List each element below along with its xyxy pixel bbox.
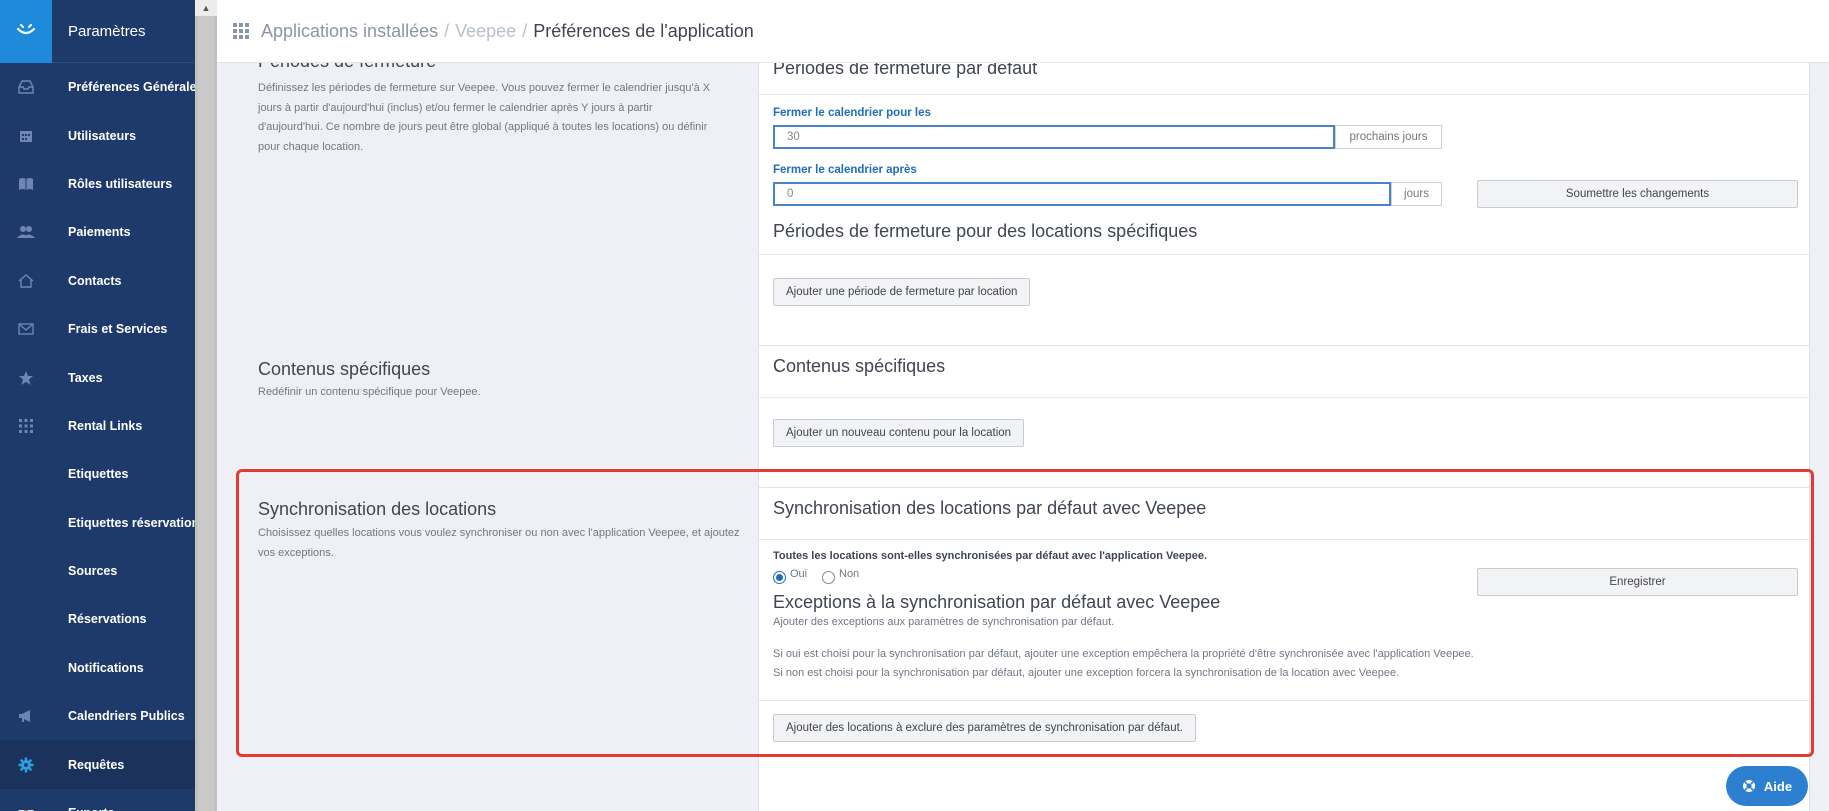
sync-section-title: Synchronisation des locations <box>258 499 497 519</box>
add-closing-period-button[interactable]: Ajouter une période de fermeture par loc… <box>773 278 1031 306</box>
help-button[interactable]: Aide <box>1726 766 1808 806</box>
radio-yes-label[interactable]: Oui <box>790 568 807 580</box>
rail-megaphone[interactable] <box>0 692 52 740</box>
sync-section-description: Choisissez quelles locations vous voulez… <box>258 527 740 559</box>
breadcrumb: Applications installées / Veepee / Préférenc… <box>261 21 754 42</box>
nav-item-users[interactable]: Utilisateurs <box>52 111 195 159</box>
rail-star[interactable] <box>0 353 52 401</box>
nav-item-booking-tags[interactable]: Etiquettes réservation <box>52 499 195 547</box>
sync-exceptions-title: Exceptions à la synchronisation par défa… <box>773 592 1221 612</box>
book-icon <box>19 177 33 190</box>
nav-item-rental-links[interactable]: Rental Links <box>52 402 195 450</box>
top-bar: Applications installées / Veepee / Préférenc… <box>217 0 1829 63</box>
rail-empty-5 <box>0 644 52 692</box>
rail-calendar[interactable] <box>0 111 52 159</box>
sync-note-no: Si non est choisi pour la synchronisatio… <box>773 667 1400 679</box>
inbox-icon <box>18 80 34 94</box>
users-icon <box>17 226 35 239</box>
nav-item-public-calendars[interactable]: Calendriers Publics <box>52 692 195 740</box>
rail-avatar[interactable] <box>0 789 52 811</box>
rail-inbox[interactable] <box>0 63 52 111</box>
calendar-icon <box>20 130 32 142</box>
sync-question: Toutes les locations sont-elles synchron… <box>773 550 1208 562</box>
nav-item-payments[interactable]: Paiements <box>52 208 195 256</box>
nav-item-tags[interactable]: Etiquettes <box>52 450 195 498</box>
specific-content-section-description: Redéfinir un contenu spécifique pour Vee… <box>258 386 481 398</box>
icon-rail <box>0 0 52 811</box>
rail-mail[interactable] <box>0 305 52 353</box>
breadcrumb-separator: / <box>444 20 450 41</box>
sync-panel: Synchronisation des locations par défaut… <box>758 487 1810 811</box>
specific-content-section-title: Contenus spécifiques <box>258 359 431 379</box>
nav-header: Paramètres <box>52 0 195 63</box>
specific-content-panel-title: Contenus spécifiques <box>759 346 1809 398</box>
nav-item-requests[interactable]: Requêtes <box>52 740 195 789</box>
nav-item-taxes[interactable]: Taxes <box>52 353 195 401</box>
rail-empty-3 <box>0 547 52 595</box>
settings-nav: Paramètres Préférences Générales Utilisa… <box>52 0 195 811</box>
close-after-label: Fermer le calendrier après <box>773 164 917 176</box>
divider <box>759 254 1809 255</box>
nav-item-exports[interactable]: Exports <box>52 789 195 811</box>
smile-logo-icon <box>16 23 36 34</box>
rail-empty-1 <box>0 450 52 498</box>
gear-icon <box>18 757 34 773</box>
rail-home[interactable] <box>0 257 52 305</box>
grid-icon <box>19 418 33 433</box>
nav-item-user-roles[interactable]: Rôles utilisateurs <box>52 160 195 208</box>
rail-empty-4 <box>0 595 52 643</box>
rail-empty-2 <box>0 499 52 547</box>
vertical-scrollbar[interactable]: ▲ <box>195 0 217 811</box>
close-for-label: Fermer le calendrier pour les <box>773 107 931 119</box>
breadcrumb-veepee[interactable]: Veepee <box>455 21 516 41</box>
help-label: Aide <box>1763 778 1793 794</box>
sync-panel-title: Synchronisation des locations par défaut… <box>759 488 1809 540</box>
add-content-button[interactable]: Ajouter un nouveau contenu pour la locat… <box>773 419 1025 447</box>
closing-default-panel: Périodes de fermeture par défaut Fermer … <box>758 53 1810 393</box>
home-icon <box>18 273 34 288</box>
divider <box>759 700 1809 701</box>
submit-changes-button[interactable]: Soumettre les changements <box>1477 180 1798 208</box>
rail-grid[interactable] <box>0 402 52 450</box>
lifebuoy-icon <box>1742 780 1755 792</box>
sync-exceptions-subtitle: Ajouter des exceptions aux paramètres de… <box>773 616 1115 628</box>
mail-icon <box>18 323 34 335</box>
radio-no[interactable] <box>822 571 835 584</box>
closing-specific-title: Périodes de fermeture pour des locations… <box>773 221 1198 241</box>
add-exclusions-button[interactable]: Ajouter des locations à exclure des para… <box>773 714 1196 742</box>
breadcrumb-separator: / <box>522 20 528 41</box>
nav-item-notifications[interactable]: Notifications <box>52 644 195 692</box>
star-icon <box>19 370 33 385</box>
avatar <box>17 810 35 811</box>
rail-book[interactable] <box>0 160 52 208</box>
nav-item-general-preferences[interactable]: Préférences Générales <box>52 63 195 111</box>
scrollbar-thumb[interactable] <box>198 16 214 811</box>
radio-no-label[interactable]: Non <box>839 568 859 580</box>
rail-users[interactable] <box>0 208 52 256</box>
rail-settings[interactable] <box>0 740 52 789</box>
nav-item-contacts[interactable]: Contacts <box>52 257 195 305</box>
app-logo[interactable] <box>0 0 52 63</box>
scroll-up-arrow-icon[interactable]: ▲ <box>195 0 217 16</box>
close-for-suffix: prochains jours <box>1335 125 1442 149</box>
sync-note-yes: Si oui est choisi pour la synchronisatio… <box>773 648 1474 660</box>
nav-item-sources[interactable]: Sources <box>52 547 195 595</box>
radio-yes[interactable] <box>773 571 786 584</box>
breadcrumb-current: Préférences de l'application <box>533 20 754 41</box>
save-button[interactable]: Enregistrer <box>1477 568 1798 596</box>
closing-section-description: Définissez les périodes de fermeture sur… <box>258 82 711 153</box>
nav-item-fees-services[interactable]: Frais et Services <box>52 305 195 353</box>
megaphone-icon <box>19 710 30 723</box>
main-content: Périodes de fermeture Définissez les pér… <box>217 51 1829 811</box>
close-after-input[interactable]: 0 <box>773 182 1391 206</box>
close-for-input[interactable]: 30 <box>773 125 1335 149</box>
close-after-suffix: jours <box>1391 182 1442 206</box>
breadcrumb-installed-apps[interactable]: Applications installées <box>261 21 438 41</box>
apps-grid-icon[interactable] <box>233 23 249 39</box>
nav-item-bookings[interactable]: Réservations <box>52 595 195 643</box>
